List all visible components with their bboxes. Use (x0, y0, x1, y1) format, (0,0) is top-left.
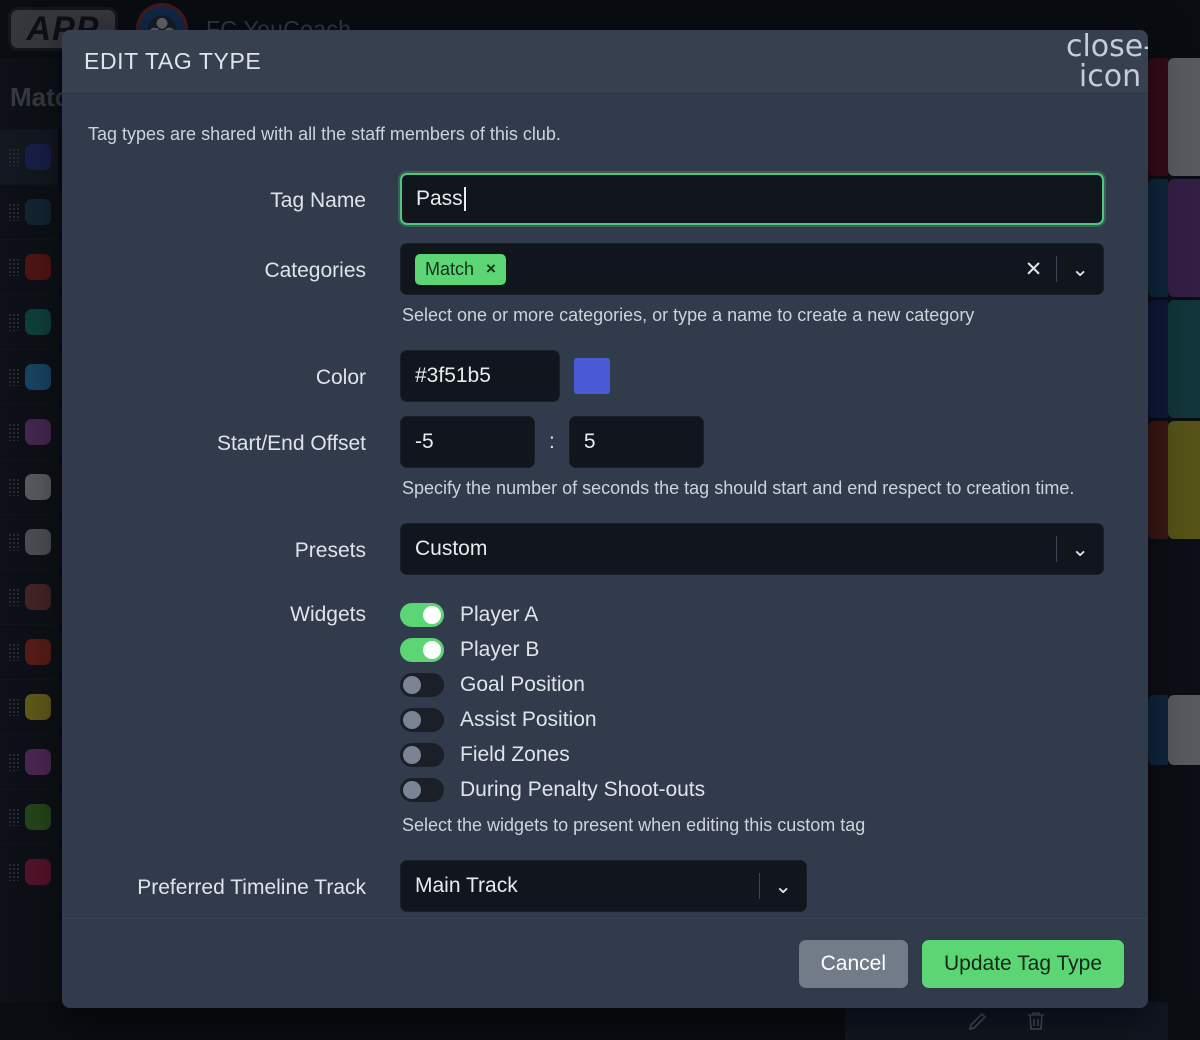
widget-toggle-row: Assist Position (400, 702, 1104, 737)
toggle-knob (403, 710, 421, 729)
chevron-down-icon[interactable]: ⌄ (774, 874, 792, 898)
widget-label: Player A (460, 602, 539, 626)
close-icon[interactable]: close-icon (1066, 31, 1148, 91)
widgets-field: Player A Player B Goal Position Assist Posi… (400, 593, 1104, 854)
edit-tag-type-dialog: EDIT TAG TYPE close-icon Tag types are s… (62, 30, 1148, 1008)
cancel-button[interactable]: Cancel (798, 939, 908, 988)
categories-row: Categories Match × ✕ ⌄ Select one or mor… (88, 243, 1104, 344)
dialog-subtitle: Tag types are shared with all the staff … (88, 124, 561, 144)
presets-field: Custom ⌄ (400, 523, 1104, 575)
toggle-switch[interactable] (400, 602, 444, 627)
toggle-switch[interactable] (400, 707, 444, 732)
widgets-help-text: Select the widgets to present when editi… (402, 815, 866, 835)
tag-name-row: Tag Name Pass (88, 173, 1104, 225)
toggle-switch[interactable] (400, 637, 444, 662)
toggle-switch[interactable] (400, 777, 444, 802)
categories-field: Match × ✕ ⌄ Select one or more categorie… (400, 243, 1104, 344)
update-tag-type-button[interactable]: Update Tag Type (921, 939, 1124, 988)
color-field: #3f51b5 (400, 350, 1104, 402)
tag-name-value: Pass (416, 187, 463, 210)
widget-label: Assist Position (460, 707, 597, 731)
offset-help-text: Specify the number of seconds the tag sh… (402, 478, 1075, 498)
track-actions: ⌄ (759, 873, 792, 899)
color-swatch[interactable] (574, 358, 610, 394)
widget-label: Player B (460, 637, 540, 661)
track-value: Main Track (415, 874, 518, 897)
presets-label: Presets (294, 539, 366, 562)
timeline-track-select[interactable]: Main Track ⌄ (400, 860, 807, 912)
offset-row: Start/End Offset -5 : 5 Specify the numb… (88, 416, 1104, 517)
dialog-header: EDIT TAG TYPE close-icon (62, 30, 1148, 94)
chevron-down-icon[interactable]: ⌄ (1071, 537, 1089, 561)
text-caret (463, 187, 466, 211)
offset-separator: : (549, 430, 555, 453)
toggle-knob (403, 780, 421, 799)
presets-row: Presets Custom ⌄ (88, 523, 1104, 575)
dialog-body: Tag types are shared with all the staff … (62, 94, 1148, 918)
widgets-label: Widgets (290, 603, 366, 626)
offset-end-input[interactable]: 5 (568, 416, 704, 468)
widget-toggle-row: Player B (400, 632, 1104, 667)
presets-actions: ⌄ (1056, 536, 1089, 562)
track-field: Main Track ⌄ (400, 860, 1104, 912)
toggle-switch[interactable] (400, 672, 444, 697)
offset-field: -5 : 5 Specify the number of seconds the… (400, 416, 1104, 517)
tag-name-label: Tag Name (270, 189, 366, 212)
offset-start-input[interactable]: -5 (400, 416, 535, 468)
presets-value: Custom (415, 537, 488, 560)
color-row: Color #3f51b5 (88, 350, 1104, 402)
tag-name-input[interactable]: Pass (400, 173, 1104, 225)
widget-label: Goal Position (460, 672, 585, 696)
toggle-switch[interactable] (400, 742, 444, 767)
widget-toggle-row: Goal Position (400, 667, 1104, 702)
track-label: Preferred Timeline Track (137, 876, 366, 899)
categories-actions: ✕ ⌄ (1025, 256, 1089, 282)
track-row: Preferred Timeline Track Main Track ⌄ (88, 860, 1104, 912)
widget-toggle-row: Player A (400, 597, 1104, 632)
categories-label: Categories (264, 259, 366, 282)
color-hex-input[interactable]: #3f51b5 (400, 350, 560, 402)
widgets-list: Player A Player B Goal Position Assist Posi… (400, 593, 1104, 807)
category-chip-label: Match (425, 258, 475, 279)
dialog-title: EDIT TAG TYPE (84, 48, 262, 74)
categories-select[interactable]: Match × ✕ ⌄ (400, 243, 1104, 295)
widget-toggle-row: During Penalty Shoot-outs (400, 772, 1104, 807)
category-chip-remove-icon[interactable]: × (486, 259, 496, 279)
divider (1056, 256, 1058, 282)
toggle-knob (403, 745, 421, 764)
dialog-footer: Cancel Update Tag Type (62, 918, 1148, 1008)
color-label: Color (315, 366, 366, 389)
presets-select[interactable]: Custom ⌄ (400, 523, 1104, 575)
clear-categories-icon[interactable]: ✕ (1025, 257, 1043, 281)
toggle-knob (403, 675, 421, 694)
divider (1056, 536, 1058, 562)
categories-help-text: Select one or more categories, or type a… (402, 305, 975, 325)
widgets-row: Widgets Player A Player B Goal Position Ass… (88, 593, 1104, 854)
toggle-knob (423, 605, 441, 624)
category-chip[interactable]: Match × (415, 253, 506, 285)
tag-name-field: Pass (400, 173, 1104, 225)
offset-inputs: -5 : 5 (400, 416, 1104, 468)
offset-label: Start/End Offset (216, 432, 366, 455)
widget-label: During Penalty Shoot-outs (460, 777, 706, 801)
divider (759, 873, 761, 899)
widget-label: Field Zones (460, 742, 570, 766)
chevron-down-icon[interactable]: ⌄ (1071, 257, 1089, 281)
toggle-knob (423, 640, 441, 659)
widget-toggle-row: Field Zones (400, 737, 1104, 772)
